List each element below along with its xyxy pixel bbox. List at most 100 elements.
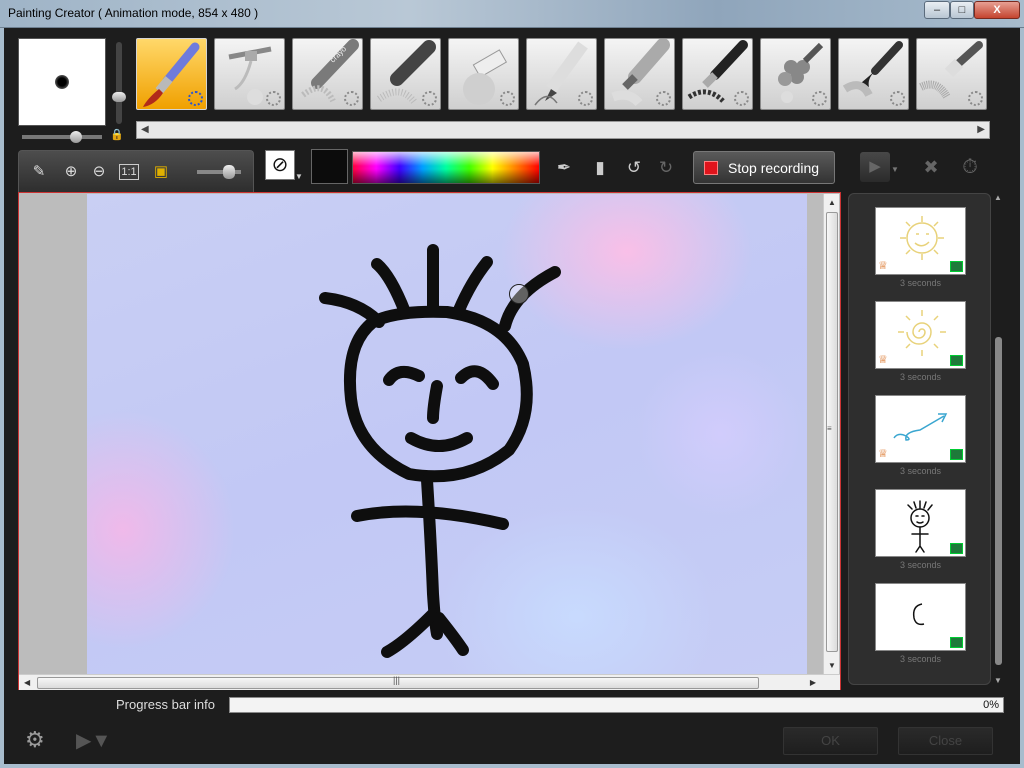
chevron-down-icon[interactable]: ▼	[295, 172, 303, 181]
scroll-down-icon[interactable]: ▼	[828, 661, 836, 670]
eyedropper-icon[interactable]: ✒	[552, 156, 576, 180]
background-image-icon[interactable]: ▣	[151, 162, 171, 182]
chevron-down-icon[interactable]: ▼	[891, 165, 899, 174]
stick-figure-drawing	[319, 244, 561, 658]
brush-opacity-slider[interactable]	[22, 131, 102, 143]
brush-size-slider[interactable]	[112, 42, 126, 124]
brush-cursor	[509, 284, 529, 304]
settings-gear-icon[interactable]: ⚙	[25, 727, 61, 755]
stop-recording-label: Stop recording	[728, 159, 820, 176]
film-icon	[950, 637, 963, 648]
minimize-icon: –	[933, 3, 941, 16]
record-stop-icon	[704, 160, 718, 175]
scroll-left-icon[interactable]: ◀	[24, 678, 30, 687]
tool-settings-gear-icon[interactable]	[890, 91, 905, 106]
progress-bar: 0%	[229, 697, 1004, 713]
zoom-slider-knob[interactable]	[223, 165, 235, 179]
minimize-button[interactable]: –	[924, 1, 950, 19]
crown-icon: ♕	[878, 448, 888, 460]
scroll-left-icon[interactable]: ◀	[141, 124, 149, 135]
brush-preview	[18, 38, 106, 126]
chalk-tool[interactable]	[370, 38, 441, 110]
tool-strip: crayo	[136, 38, 990, 112]
flat-brush-tool[interactable]	[838, 38, 909, 110]
window-close-button[interactable]: X	[974, 1, 1020, 19]
frames-scrollbar[interactable]: ▲ ▼	[994, 193, 1004, 685]
close-icon: X	[993, 3, 1001, 16]
brush-opacity-slider-knob[interactable]	[70, 131, 82, 143]
current-color-swatch[interactable]	[311, 149, 348, 184]
scroll-down-icon[interactable]: ▼	[994, 676, 1002, 685]
tool-settings-gear-icon[interactable]	[344, 91, 359, 106]
close-button[interactable]: Close	[898, 727, 993, 755]
canvas-viewport: ▲ ≡ ▼ ◀ ||| ▶	[18, 192, 841, 690]
play-button[interactable]: ▶	[860, 152, 890, 182]
tool-settings-gear-icon[interactable]	[422, 91, 437, 106]
tool-settings-gear-icon[interactable]	[812, 91, 827, 106]
tool-settings-gear-icon[interactable]	[188, 91, 203, 106]
tool-strip-scrollbar[interactable]: ◀ ▶	[136, 121, 990, 139]
zoom-out-icon[interactable]: ⊖	[89, 162, 109, 182]
tool-settings-gear-icon[interactable]	[656, 91, 671, 106]
scroll-up-icon[interactable]: ▲	[828, 198, 836, 207]
pencil-tool[interactable]	[526, 38, 597, 110]
frame-thumbnail[interactable]	[875, 583, 966, 651]
eraser-icon[interactable]: ▮	[588, 156, 612, 180]
frame-duration: 3 seconds	[899, 372, 942, 382]
scroll-right-icon[interactable]: ▶	[977, 124, 985, 135]
tool-settings-gear-icon[interactable]	[734, 91, 749, 106]
frame-duration: 3 seconds	[899, 560, 942, 570]
crayon-tool[interactable]: crayo	[292, 38, 363, 110]
scroll-up-icon[interactable]: ▲	[994, 193, 1002, 202]
frame-duration: 3 seconds	[899, 466, 942, 476]
oil-brush-tool[interactable]	[682, 38, 753, 110]
edit-canvas-icon[interactable]: ✎	[29, 162, 49, 182]
charcoal-tool[interactable]	[448, 38, 519, 110]
drawing-canvas[interactable]	[87, 194, 807, 674]
frame-thumbnail[interactable]	[875, 489, 966, 557]
film-icon	[950, 449, 963, 460]
zoom-in-icon[interactable]: ⊕	[61, 162, 81, 182]
crown-icon: ♕	[878, 354, 888, 366]
ok-button[interactable]: OK	[783, 727, 878, 755]
tool-settings-gear-icon[interactable]	[500, 91, 515, 106]
no-color-icon: ⊘	[271, 154, 289, 176]
frame-thumbnail[interactable]: ♕	[875, 301, 966, 369]
frame-duration: 3 seconds	[899, 278, 942, 288]
actual-size-icon[interactable]: 1:1	[119, 164, 139, 180]
frame-thumbnail[interactable]: ♕	[875, 395, 966, 463]
marker-tool[interactable]	[604, 38, 675, 110]
brush-size-slider-knob[interactable]	[112, 92, 126, 102]
delete-frame-icon[interactable]: ✖	[918, 153, 944, 181]
lock-icon[interactable]: 🔒	[110, 128, 124, 141]
stop-recording-button[interactable]: Stop recording	[693, 151, 835, 184]
maximize-button[interactable]: □	[950, 1, 974, 19]
stamp-tool[interactable]	[760, 38, 831, 110]
canvas-vertical-scrollbar[interactable]: ▲ ≡ ▼	[823, 194, 839, 674]
airbrush-tool[interactable]	[214, 38, 285, 110]
canvas-tools-bar: ✎ ⊕ ⊖ 1:1 ▣	[18, 150, 254, 192]
color-spectrum-picker[interactable]	[352, 151, 540, 184]
video-camera-icon[interactable]: ▶▼	[76, 728, 112, 754]
tool-settings-gear-icon[interactable]	[266, 91, 281, 106]
zoom-slider[interactable]	[197, 165, 241, 179]
brush-tip-dot	[55, 75, 69, 89]
crown-icon: ♕	[878, 260, 888, 272]
paintbrush-tool[interactable]	[136, 38, 207, 110]
progress-label: Progress bar info	[116, 697, 215, 712]
timer-icon[interactable]: ⏱	[957, 153, 983, 181]
bristle-brush-tool[interactable]	[916, 38, 987, 110]
frame-thumbnail[interactable]: ♕	[875, 207, 966, 275]
tool-settings-gear-icon[interactable]	[968, 91, 983, 106]
undo-icon[interactable]: ↺	[622, 156, 646, 180]
film-icon	[950, 355, 963, 366]
scroll-right-icon[interactable]: ▶	[810, 678, 816, 687]
tool-settings-gear-icon[interactable]	[578, 91, 593, 106]
maximize-icon: □	[958, 3, 966, 16]
frame-duration: 3 seconds	[899, 654, 942, 664]
redo-icon[interactable]: ↻	[654, 156, 678, 180]
canvas-horizontal-scrollbar[interactable]: ◀ ||| ▶	[19, 674, 840, 690]
frames-scroll-thumb[interactable]	[995, 337, 1002, 665]
film-icon	[950, 261, 963, 272]
no-color-button[interactable]: ⊘	[265, 150, 295, 180]
